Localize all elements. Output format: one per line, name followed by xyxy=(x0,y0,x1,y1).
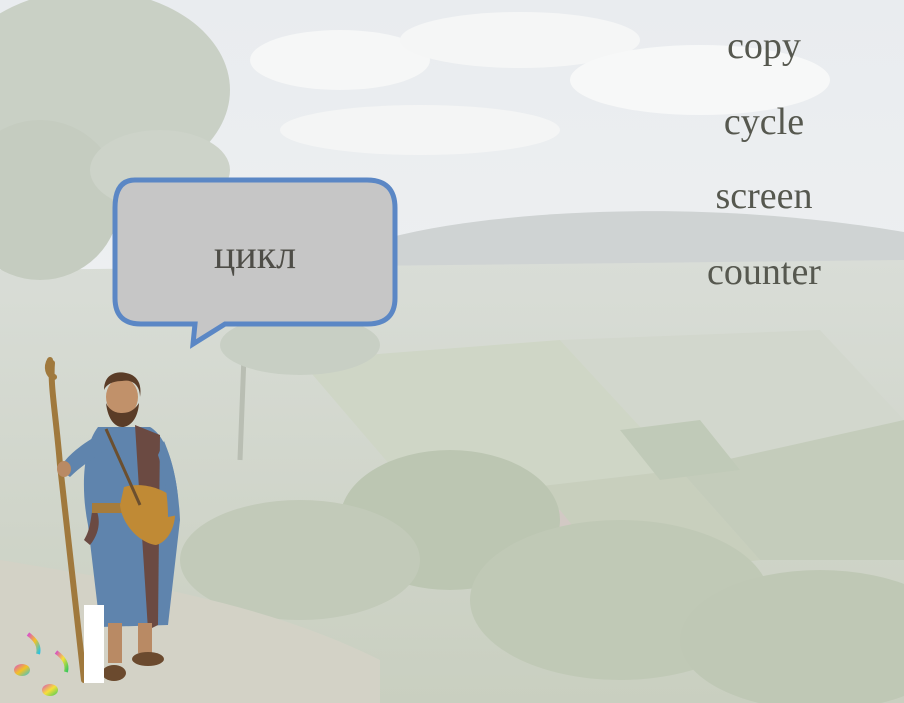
option-screen[interactable]: screen xyxy=(664,174,864,218)
option-copy[interactable]: copy xyxy=(664,24,864,68)
option-cycle[interactable]: cycle xyxy=(664,100,864,144)
music-note-icon[interactable] xyxy=(12,630,72,700)
bubble-word: цикл xyxy=(213,231,297,277)
option-counter[interactable]: counter xyxy=(664,250,864,294)
